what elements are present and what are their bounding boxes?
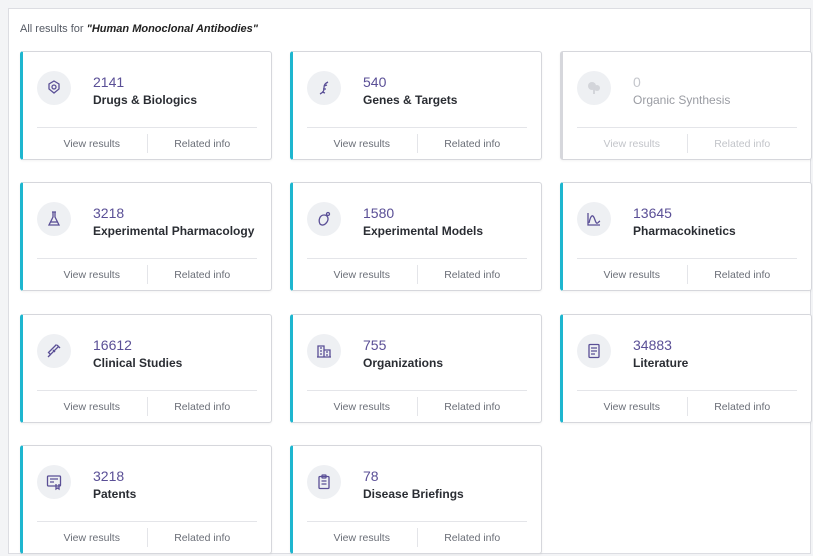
card-actions: View results Related info [577,259,797,290]
card-pharmacokinetics: 13645 Pharmacokinetics View results Rela… [560,182,812,291]
category-label: Clinical Studies [93,356,183,370]
category-label: Pharmacokinetics [633,224,736,238]
result-count[interactable]: 2141 [93,74,124,90]
result-count[interactable]: 16612 [93,337,132,353]
view-results-button[interactable]: View results [577,397,688,416]
category-label: Experimental Models [363,224,484,238]
card-actions: View results Related info [307,391,527,422]
related-info-button[interactable]: Related info [688,259,798,290]
card-actions: View results Related info [307,522,527,553]
card-clinical-studies: 16612 Clinical Studies View results Rela… [20,314,272,423]
result-count[interactable]: 3218 [93,205,124,221]
card-actions: View results Related info [37,128,257,159]
category-label: Drugs & Biologics [93,93,198,107]
clipboard-icon [307,465,341,499]
card-actions: View results Related info [577,128,797,159]
related-info-button[interactable]: Related info [418,391,528,422]
card-drugs-biologics: 2141 Drugs & Biologics View results Rela… [20,51,272,160]
category-label: Organic Synthesis [633,93,731,107]
result-count[interactable]: 755 [363,337,386,353]
card-genes-targets: 540 Genes & Targets View results Related… [290,51,542,160]
cell-icon [307,202,341,236]
view-results-button[interactable]: View results [307,265,418,284]
result-count[interactable]: 34883 [633,337,672,353]
card-organizations: 755 Organizations View results Related i… [290,314,542,423]
chart-icon [577,202,611,236]
result-count[interactable]: 78 [363,468,379,484]
category-label: Genes & Targets [363,93,458,107]
related-info-button[interactable]: Related info [148,391,258,422]
card-literature: 34883 Literature View results Related in… [560,314,812,423]
view-results-button[interactable]: View results [307,528,418,547]
view-results-button[interactable]: View results [307,397,418,416]
document-icon [577,334,611,368]
category-label: Disease Briefings [363,487,464,501]
related-info-button[interactable]: Related info [418,259,528,290]
card-actions: View results Related info [307,259,527,290]
view-results-button[interactable]: View results [37,528,148,547]
view-results-button[interactable]: View results [37,397,148,416]
category-label: Experimental Pharmacology [93,224,255,238]
card-actions: View results Related info [37,391,257,422]
related-info-button: Related info [714,137,771,150]
card-actions: View results Related info [307,128,527,159]
results-heading: All results for "Human Monoclonal Antibo… [20,23,258,35]
related-info-button[interactable]: Related info [148,259,258,290]
related-info-button[interactable]: Related info [148,522,258,553]
molecule-icon [577,71,611,105]
search-query: "Human Monoclonal Antibodies" [86,23,258,35]
card-actions: View results Related info [37,259,257,290]
result-count[interactable]: 13645 [633,205,672,221]
certificate-icon [37,465,71,499]
category-label: Organizations [363,356,444,370]
pill-icon [37,71,71,105]
card-experimental-pharmacology: 3218 Experimental Pharmacology View resu… [20,182,272,291]
view-results-button: View results [577,134,688,153]
result-count[interactable]: 3218 [93,468,124,484]
card-disease-briefings: 78 Disease Briefings View results Relate… [290,445,542,554]
card-actions: View results Related info [577,391,797,422]
syringe-icon [37,334,71,368]
category-label: Patents [93,487,137,501]
dna-icon [307,71,341,105]
flask-icon [37,202,71,236]
result-count[interactable]: 1580 [363,205,394,221]
heading-prefix: All results for [20,23,87,35]
view-results-button[interactable]: View results [577,265,688,284]
view-results-button[interactable]: View results [37,134,148,153]
related-info-button[interactable]: Related info [688,391,798,422]
view-results-button[interactable]: View results [307,134,418,153]
card-actions: View results Related info [37,522,257,553]
card-patents: 3218 Patents View results Related info [20,445,272,554]
category-label: Literature [633,356,689,370]
result-count: 0 [633,74,641,90]
results-panel: All results for "Human Monoclonal Antibo… [8,8,812,554]
result-count[interactable]: 540 [363,74,386,90]
related-info-button[interactable]: Related info [418,522,528,553]
related-info-button[interactable]: Related info [418,128,528,159]
building-icon [307,334,341,368]
card-organic-synthesis: 0 Organic Synthesis View results Related… [560,51,812,160]
related-info-button[interactable]: Related info [148,128,258,159]
view-results-button[interactable]: View results [37,265,148,284]
card-experimental-models: 1580 Experimental Models View results Re… [290,182,542,291]
